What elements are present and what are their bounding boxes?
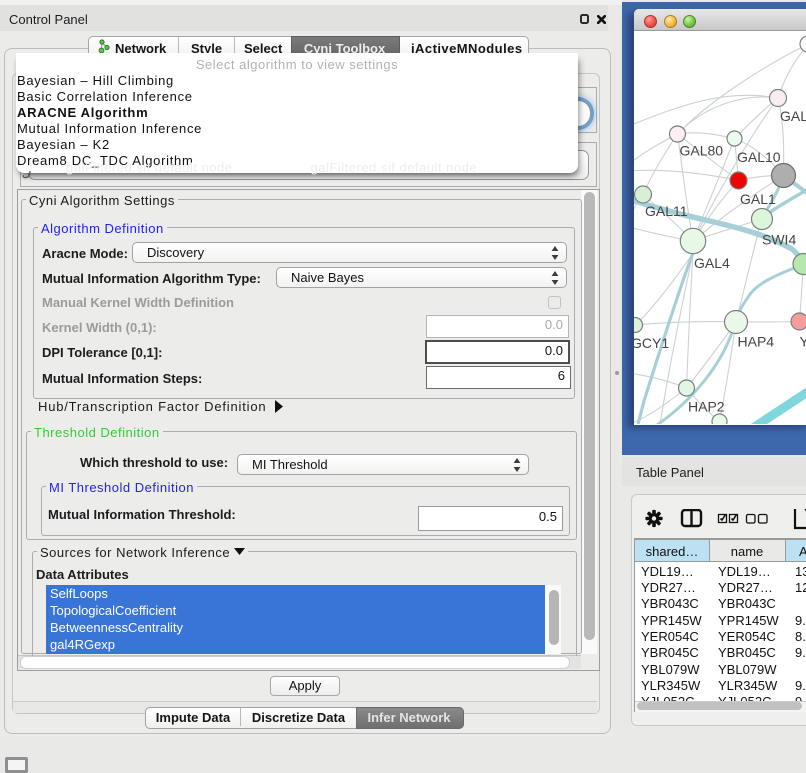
svg-text:GAL11: GAL11 (645, 203, 688, 219)
svg-text:GAL10: GAL10 (737, 149, 781, 165)
svg-text:Y: Y (800, 334, 806, 350)
svg-text:HAP2: HAP2 (688, 399, 725, 415)
svg-text:GAL1: GAL1 (740, 191, 776, 207)
svg-text:GAL80: GAL80 (680, 143, 724, 159)
svg-text:HAP4: HAP4 (738, 334, 775, 350)
svg-text:GAL4: GAL4 (694, 255, 730, 271)
svg-text:GAL2: GAL2 (780, 108, 806, 124)
svg-text:SWI4: SWI4 (762, 232, 796, 248)
svg-text:GCY1: GCY1 (634, 335, 669, 351)
